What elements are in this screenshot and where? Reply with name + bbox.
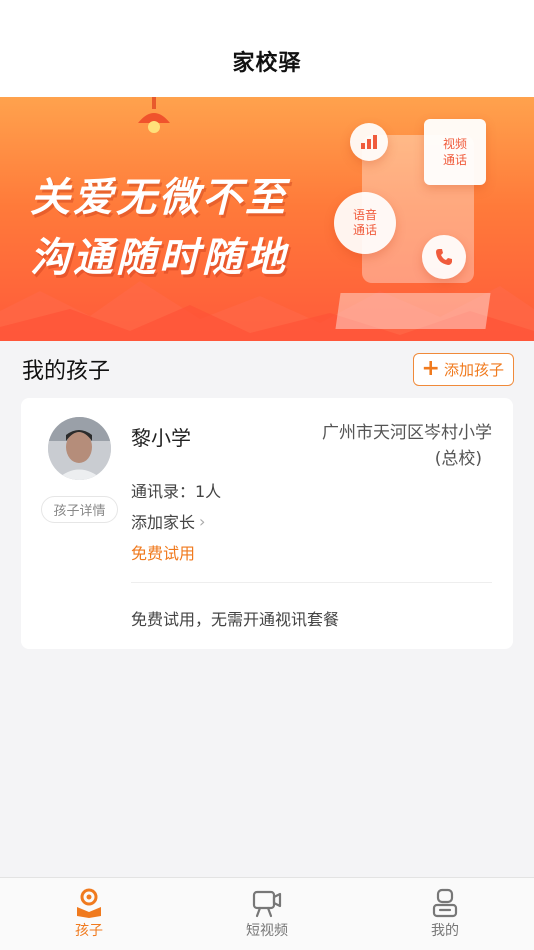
promo-banner[interactable]: 关爱无微不至 沟通随时随地 视频 通话 语音 通话 xyxy=(0,97,534,341)
lamp-icon xyxy=(138,97,170,133)
phone-icon xyxy=(422,235,466,279)
child-detail-button[interactable]: 孩子详情 xyxy=(41,496,118,523)
video-call-label: 视频 通话 xyxy=(442,137,467,167)
tab-label: 我的 xyxy=(431,923,459,939)
add-child-label: 添加孩子 xyxy=(443,360,504,379)
school-name: 广州市天河区岑村小学 (总校) xyxy=(292,420,492,472)
banner-platform-decoration xyxy=(335,293,491,329)
my-children-header: 我的孩子 + 添加孩子 xyxy=(0,341,534,397)
tab-profile[interactable]: 我的 xyxy=(356,878,534,950)
voice-call-bubble: 语音 通话 xyxy=(334,192,396,254)
voice-call-label: 语音 通话 xyxy=(352,208,377,237)
school-line1: 广州市天河区岑村小学 xyxy=(322,423,492,443)
nav-bar: 家校驿 xyxy=(0,0,534,97)
video-call-card: 视频 通话 xyxy=(424,119,486,185)
tab-label: 短视频 xyxy=(246,923,288,939)
child-card[interactable]: 孩子详情 黎小学 广州市天河区岑村小学 (总校) 通讯录：1人 添加家长 › 免… xyxy=(21,398,513,649)
chevron-right-icon: › xyxy=(199,511,206,531)
school-line2: (总校) xyxy=(434,449,482,469)
free-trial-note: 免费试用，无需开通视讯套餐 xyxy=(131,610,340,629)
section-title: 我的孩子 xyxy=(22,359,111,384)
video-icon xyxy=(252,890,282,918)
child-icon xyxy=(77,888,101,918)
chart-bubble-icon xyxy=(350,123,388,161)
plus-icon: + xyxy=(421,356,440,381)
contacts-count: 通讯录：1人 xyxy=(131,482,222,501)
divider xyxy=(131,582,492,583)
tab-bar: 孩子 短视频 我的 xyxy=(0,877,534,950)
banner-slogan-line1: 关爱无微不至 xyxy=(30,175,288,221)
tab-short-video[interactable]: 短视频 xyxy=(178,878,356,950)
page-title: 家校驿 xyxy=(232,51,302,76)
free-trial-link[interactable]: 免费试用 xyxy=(131,540,195,564)
profile-icon xyxy=(432,888,458,918)
tab-child[interactable]: 孩子 xyxy=(0,878,178,950)
child-avatar-icon xyxy=(48,417,111,480)
add-parent-link[interactable]: 添加家长 › xyxy=(131,509,205,533)
child-name: 黎小学 xyxy=(131,426,191,450)
banner-slogan-line2: 沟通随时随地 xyxy=(30,235,288,281)
add-child-button[interactable]: + 添加孩子 xyxy=(412,352,514,386)
avatar[interactable] xyxy=(48,417,111,480)
tab-label: 孩子 xyxy=(75,923,103,939)
add-parent-label: 添加家长 xyxy=(131,513,196,532)
